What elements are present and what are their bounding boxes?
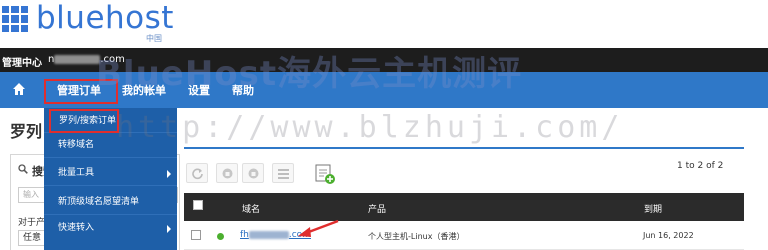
menu-item-new-tld-wishlist[interactable]: 新顶级域名愿望清单: [44, 190, 177, 215]
domain-prefix: fh: [240, 230, 249, 240]
row-expiry: Jun 16, 2022: [643, 231, 694, 240]
watermark-title: BlueHost海外云主机测评: [96, 54, 523, 94]
unlock-icon: [248, 168, 259, 179]
bluehost-grid-icon: [2, 6, 28, 32]
account-label: 管理中心: [2, 58, 42, 69]
logo-area: bluehost 中国: [0, 0, 768, 48]
header-domain[interactable]: 域名: [242, 202, 260, 215]
title-divider: [184, 147, 744, 149]
home-icon[interactable]: [12, 82, 26, 96]
unlock-button[interactable]: [242, 163, 264, 183]
header-expiry[interactable]: 到期: [644, 202, 662, 215]
bulk-tools-label: 批量工具: [58, 168, 95, 178]
quick-transfer-label: 快速转入: [58, 223, 95, 233]
status-dot: [217, 233, 224, 240]
bluehost-order-page: bluehost 中国 管理中心 n .com 管理订单 我的帐单 设置 帮助 罗…: [0, 0, 768, 250]
add-order-icon[interactable]: [314, 163, 336, 185]
pagination-text: 1 to 2 of 2: [677, 161, 724, 171]
header-product[interactable]: 产品: [368, 202, 386, 215]
submenu-arrow-icon: [167, 170, 171, 178]
lock-icon: [222, 168, 233, 179]
search-icon: [18, 164, 28, 174]
refresh-button[interactable]: [186, 163, 208, 183]
row-product: 个人型主机-Linux（香港）: [368, 232, 465, 241]
logo-text[interactable]: bluehost: [36, 0, 174, 36]
list-button[interactable]: [272, 163, 294, 183]
row-checkbox[interactable]: [191, 230, 201, 240]
submenu-arrow-icon: [167, 225, 171, 233]
refresh-icon: [192, 168, 203, 180]
logo-subtext: 中国: [146, 34, 162, 43]
lock-button[interactable]: [216, 163, 238, 183]
menu-item-list-search-orders-label[interactable]: 罗列/搜索订单: [49, 109, 119, 133]
select-all-checkbox[interactable]: [193, 200, 203, 210]
menu-item-quick-transfer[interactable]: 快速转入: [44, 216, 177, 241]
table-header: 域名 产品 到期: [184, 193, 744, 221]
list-icon: [278, 169, 289, 179]
blurred-email: [54, 54, 101, 64]
annotation-arrow-icon: [298, 219, 339, 237]
menu-item-bulk-tools[interactable]: 批量工具: [44, 161, 177, 186]
watermark-url: http://www.blzhuji.com/: [116, 110, 624, 145]
blurred-domain: [248, 230, 289, 239]
product-filter-label: 对于产: [18, 218, 46, 228]
page-title: 罗列: [10, 122, 43, 141]
